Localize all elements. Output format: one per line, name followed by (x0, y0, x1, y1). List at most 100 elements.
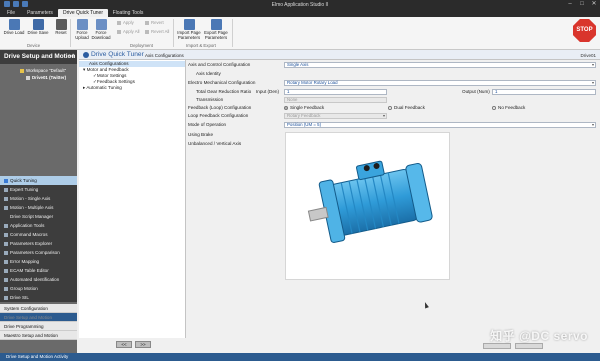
nav-item-expert-tuning[interactable]: Expert Tuning (0, 185, 77, 194)
tree-item-automatic-tuning[interactable]: ▸ Automatic Tuning (79, 85, 185, 91)
parameters-explorer-icon (4, 241, 8, 246)
drive-load-icon (8, 19, 20, 30)
axis-identity-label: Axis Identity (196, 71, 221, 76)
radio-off-icon (388, 105, 392, 110)
no-feedback-radio[interactable]: No Feedback (492, 105, 525, 111)
loop-feedback-select[interactable]: Rotary Feedback ▾ (284, 113, 387, 119)
perspective-drive-setup[interactable]: Drive Setup and Motion (0, 313, 77, 322)
drive-load-button[interactable]: Drive Load (3, 19, 25, 43)
tab-drive-quick-tuner[interactable]: Drive Quick Tuner (58, 9, 108, 17)
nav-item-parameters-explorer[interactable]: Parameters Explorer (0, 239, 77, 248)
watermark: 知乎 @DC servo (490, 329, 588, 343)
nav-item-drive-sil[interactable]: Drive SIL (0, 293, 77, 302)
nav-header: Drive Setup and Motion ⊣ (0, 50, 77, 64)
reset-icon (55, 19, 67, 30)
input-den-field[interactable]: 1 (284, 89, 387, 95)
electro-mech-label: Electro Mechanical Configuration (188, 80, 256, 85)
quick-tuning-icon (4, 178, 8, 183)
group-motion-icon (4, 286, 8, 291)
identification-icon (4, 277, 8, 282)
loop-feedback-label: Loop Feedback Configuration (188, 113, 249, 118)
transmission-field[interactable]: None (284, 97, 387, 103)
output-num-field[interactable]: 1 (492, 89, 596, 95)
chevron-down-icon: ▾ (591, 80, 594, 85)
nav-item-parameters-comparison[interactable]: Parameters Comparison (0, 248, 77, 257)
tuner-icon (83, 51, 89, 58)
export-page-parameters-button[interactable]: Export Page Parameters (203, 19, 229, 43)
motor-image-panel (285, 132, 450, 280)
perspective-system-configuration[interactable]: System Configuration (0, 304, 77, 313)
next-page-button[interactable]: >> (135, 341, 151, 348)
drive-sil-icon (4, 295, 8, 300)
revert-all-button[interactable]: Revert All (145, 28, 169, 35)
workspace-node[interactable]: Workspace "Default" (0, 67, 77, 74)
revert-all-icon (145, 29, 149, 34)
axis-control-select[interactable]: Single Axis ▾ (284, 62, 596, 68)
previous-page-button[interactable]: << (116, 341, 132, 348)
radio-on-icon (284, 105, 288, 110)
motion-multiple-icon (4, 205, 8, 210)
pin-icon[interactable]: ⊣ (69, 50, 74, 64)
ribbon-separator (173, 19, 174, 47)
nav-item-error-mapping[interactable]: Error Mapping (0, 257, 77, 266)
stop-button[interactable]: STOP (573, 19, 596, 42)
electro-mech-select[interactable]: Rotary Motor Rotary Load ▾ (284, 80, 596, 86)
import-icon (183, 19, 195, 30)
nav-item-drive-script-manager[interactable]: Drive Script Manager (0, 212, 77, 221)
tab-parameters[interactable]: Parameters (23, 9, 57, 17)
minimize-icon[interactable]: – (564, 0, 576, 9)
apply-all-icon (117, 29, 121, 34)
perspective-switcher: System Configuration Drive Setup and Mot… (0, 304, 77, 340)
ribbon-tabs: File Parameters Drive Quick Tuner Floati… (0, 9, 600, 17)
close-icon[interactable]: ✕ (588, 0, 600, 9)
drive-save-button[interactable]: Drive Save (27, 19, 49, 43)
input-den-label: Input (Den) (256, 89, 279, 94)
mode-of-operation-label: Mode of Operation (188, 122, 227, 127)
tab-file[interactable]: File (3, 9, 19, 17)
macros-icon (4, 232, 8, 237)
import-page-parameters-button[interactable]: Import Page Parameters (176, 19, 202, 43)
maximize-icon[interactable]: □ (576, 0, 588, 9)
mode-of-operation-select[interactable]: Position (UM = 5) ▾ (284, 122, 596, 128)
drive-icon (26, 75, 30, 80)
force-download-button[interactable]: Force Download (90, 19, 112, 43)
nav-item-application-tools[interactable]: Application Tools (0, 221, 77, 230)
output-num-label: Output (Num) (462, 89, 490, 94)
export-icon (210, 19, 222, 30)
nav-item-automated-identification[interactable]: Automated Identification (0, 275, 77, 284)
motion-single-icon (4, 196, 8, 201)
expert-tuning-icon (4, 187, 8, 192)
nav-item-quick-tuning[interactable]: Quick Tuning (0, 176, 77, 185)
download-icon (95, 19, 107, 30)
nav-item-command-macros[interactable]: Command Macros (0, 230, 77, 239)
nav-item-ecam-table-editor[interactable]: ECAM Table Editor (0, 266, 77, 275)
dual-feedback-radio[interactable]: Dual Feedback (388, 105, 425, 111)
single-feedback-radio[interactable]: Single Feedback (284, 105, 324, 111)
nav-item-motion-multiple-axis[interactable]: Motion - Multiple Axis (0, 203, 77, 212)
title-bar: Elmo Application Studio II – □ ✕ (0, 0, 600, 9)
apply-all-button[interactable]: Apply All (117, 28, 139, 35)
ecam-icon (4, 268, 8, 273)
unbalanced-axis-label: Unbalanced / Vertical Axis (188, 141, 242, 146)
using-brake-label: Using Brake (188, 132, 214, 137)
revert-button[interactable]: Revert (145, 19, 164, 26)
deployment-group-label: Deployment (130, 43, 153, 48)
chevron-down-icon: ▾ (382, 113, 385, 118)
application-tools-icon (4, 223, 8, 228)
window-title: Elmo Application Studio II (271, 1, 329, 8)
device-group-label: Device (27, 43, 41, 48)
nav-item-motion-single-axis[interactable]: Motion - Single Axis (0, 194, 77, 203)
apply-button[interactable]: Apply (117, 19, 134, 26)
perspective-drive-programming[interactable]: Drive Programming (0, 322, 77, 331)
nav-item-group-motion[interactable]: Group Motion (0, 284, 77, 293)
tab-floating-tools[interactable]: Floating Tools (110, 9, 146, 17)
apply-icon (117, 20, 121, 25)
chevron-down-icon: ▾ (591, 122, 594, 127)
revert-icon (145, 20, 149, 25)
reset-button[interactable]: Reset (50, 19, 72, 43)
drive-node[interactable]: Drive01 (Twitter) (0, 74, 77, 81)
radio-off-icon (492, 105, 496, 110)
perspective-maestro-setup[interactable]: Maestro Setup and Motion (0, 331, 77, 340)
chevron-down-icon: ▾ (591, 62, 594, 67)
nav-list: Quick Tuning Expert Tuning Motion - Sing… (0, 176, 77, 302)
